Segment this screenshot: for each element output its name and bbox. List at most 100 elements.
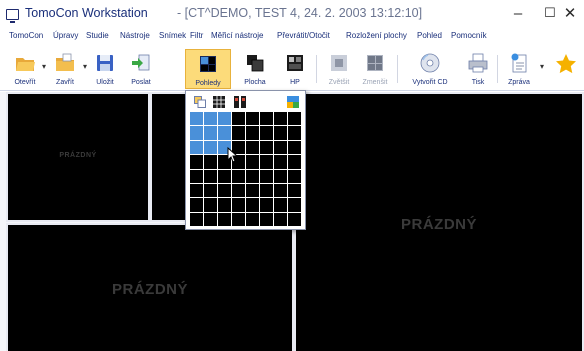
layout-grid-cell[interactable] bbox=[246, 155, 259, 169]
viewport-4[interactable]: PRÁZDNÝ bbox=[294, 92, 584, 351]
layout-grid-cell[interactable] bbox=[274, 126, 287, 140]
layout-grid-cell[interactable] bbox=[288, 112, 301, 126]
layout-grid-cell[interactable] bbox=[260, 140, 273, 155]
layout-grid-cell[interactable] bbox=[232, 126, 245, 140]
layout-grid-cell[interactable] bbox=[288, 169, 301, 183]
layout-grid-cell[interactable] bbox=[246, 198, 259, 212]
menu-pohled[interactable]: Pohled bbox=[417, 31, 442, 40]
layout-grid-cell[interactable] bbox=[260, 155, 273, 169]
layout-grid-cell[interactable] bbox=[232, 169, 245, 183]
layout-grid-cell[interactable] bbox=[190, 155, 203, 169]
layout-grid-cell[interactable] bbox=[274, 169, 287, 183]
open-dropdown-arrow[interactable]: ▾ bbox=[42, 63, 47, 71]
open-button[interactable]: Otevřít bbox=[8, 49, 42, 89]
layout-grid-cell[interactable] bbox=[204, 198, 217, 212]
zoom-out-button[interactable]: Zmenšit bbox=[358, 49, 392, 89]
layout-grid-cell[interactable] bbox=[232, 183, 245, 198]
menu-pomocnik[interactable]: Pomocník bbox=[451, 31, 487, 40]
zoom-out-icon bbox=[367, 55, 383, 71]
layout-grid-cell[interactable] bbox=[204, 169, 217, 183]
folder-close-icon bbox=[56, 53, 74, 71]
layout-grid-cell[interactable] bbox=[218, 126, 231, 140]
layout-grid-cell[interactable] bbox=[190, 183, 203, 198]
menu-prevratit-otocit[interactable]: Převrátit/Otočit bbox=[277, 31, 330, 40]
layout-grid-cell[interactable] bbox=[246, 212, 259, 226]
layout-grid-cell[interactable] bbox=[260, 198, 273, 212]
star-icon[interactable] bbox=[555, 53, 577, 75]
layout-grid-cell[interactable] bbox=[288, 183, 301, 198]
layout-grid-cell[interactable] bbox=[246, 140, 259, 155]
layout-grid-cell[interactable] bbox=[288, 126, 301, 140]
layout-grid-cell[interactable] bbox=[232, 198, 245, 212]
cd-icon bbox=[420, 53, 440, 73]
save-button[interactable]: Uložit bbox=[88, 49, 122, 89]
layout-grid-selector[interactable] bbox=[190, 112, 301, 226]
layout-grid-cell[interactable] bbox=[190, 198, 203, 212]
print-button[interactable]: Tisk bbox=[462, 49, 494, 89]
viewport-1[interactable]: PRÁZDNÝ bbox=[6, 92, 150, 222]
layout-grid-cell[interactable] bbox=[274, 212, 287, 226]
hanging-protocol-button[interactable]: HP bbox=[280, 49, 310, 89]
layout-grid-cell[interactable] bbox=[204, 140, 217, 155]
layout-grid-cell[interactable] bbox=[260, 126, 273, 140]
layout-grid-cell[interactable] bbox=[218, 169, 231, 183]
close-button[interactable]: ✕ bbox=[552, 0, 584, 26]
views-button[interactable]: Pohledy bbox=[185, 49, 231, 89]
send-button[interactable]: Poslat bbox=[124, 49, 158, 89]
layout-grid-cell[interactable] bbox=[274, 140, 287, 155]
layout-grid-cell[interactable] bbox=[246, 126, 259, 140]
menu-rozlozeni-plochy[interactable]: Rozložení plochy bbox=[346, 31, 407, 40]
minimize-button[interactable]: – bbox=[500, 0, 536, 26]
layout-grid-cell[interactable] bbox=[232, 212, 245, 226]
menu-upravy[interactable]: Úpravy bbox=[53, 31, 78, 40]
layout-grid-cell[interactable] bbox=[260, 112, 273, 126]
send-icon bbox=[132, 54, 150, 71]
layout-grid-cell[interactable] bbox=[204, 183, 217, 198]
menu-studie[interactable]: Studie bbox=[86, 31, 109, 40]
layout-settings-icon[interactable] bbox=[287, 96, 299, 108]
menu-tomocon[interactable]: TomoCon bbox=[9, 31, 43, 40]
layout-grid-cell[interactable] bbox=[274, 112, 287, 126]
viewport-3[interactable]: PRÁZDNÝ bbox=[6, 223, 294, 351]
desktop-button[interactable]: Plocha bbox=[238, 49, 272, 89]
report-button[interactable]: Zpráva bbox=[502, 49, 536, 89]
create-cd-button[interactable]: Vytvořit CD bbox=[404, 49, 456, 89]
layout-grid-cell[interactable] bbox=[246, 169, 259, 183]
layout-grid-cell[interactable] bbox=[204, 112, 217, 126]
layout-grid-cell[interactable] bbox=[232, 112, 245, 126]
menu-nastroje[interactable]: Nástroje bbox=[120, 31, 150, 40]
layout-grid-cell[interactable] bbox=[190, 140, 203, 155]
report-dropdown-arrow[interactable]: ▾ bbox=[540, 63, 545, 71]
layout-grid-cell[interactable] bbox=[218, 183, 231, 198]
layout-grid-cell[interactable] bbox=[190, 126, 203, 140]
layout-grid-cell[interactable] bbox=[274, 198, 287, 212]
layout-grid-cell[interactable] bbox=[260, 212, 273, 226]
grid-layout-icon[interactable] bbox=[213, 96, 225, 108]
layout-grid-cell[interactable] bbox=[246, 183, 259, 198]
layout-grid-cell[interactable] bbox=[274, 155, 287, 169]
close-study-button[interactable]: Zavřít bbox=[48, 49, 82, 89]
layout-grid-cell[interactable] bbox=[260, 183, 273, 198]
menu-filtr[interactable]: Filtr bbox=[190, 31, 203, 40]
layout-grid-cell[interactable] bbox=[288, 212, 301, 226]
layout-grid-cell[interactable] bbox=[288, 198, 301, 212]
menu-snimek[interactable]: Snímek bbox=[159, 31, 186, 40]
layout-grid-cell[interactable] bbox=[288, 140, 301, 155]
layout-grid-cell[interactable] bbox=[218, 112, 231, 126]
split-layout-icon[interactable] bbox=[234, 96, 246, 108]
zoom-in-button[interactable]: Zvětšit bbox=[322, 49, 356, 89]
menu-merici-nastroje[interactable]: Měřicí nástroje bbox=[211, 31, 263, 40]
layout-grid-cell[interactable] bbox=[288, 155, 301, 169]
layout-grid-cell[interactable] bbox=[190, 212, 203, 226]
layout-grid-cell[interactable] bbox=[260, 169, 273, 183]
layout-grid-cell[interactable] bbox=[218, 212, 231, 226]
layout-grid-cell[interactable] bbox=[204, 126, 217, 140]
layout-grid-cell[interactable] bbox=[190, 169, 203, 183]
layout-grid-cell[interactable] bbox=[190, 112, 203, 126]
layout-grid-cell[interactable] bbox=[274, 183, 287, 198]
layout-grid-cell[interactable] bbox=[246, 112, 259, 126]
layout-grid-cell[interactable] bbox=[204, 155, 217, 169]
layout-grid-cell[interactable] bbox=[218, 198, 231, 212]
layout-preset-icon[interactable] bbox=[194, 96, 206, 108]
layout-grid-cell[interactable] bbox=[204, 212, 217, 226]
